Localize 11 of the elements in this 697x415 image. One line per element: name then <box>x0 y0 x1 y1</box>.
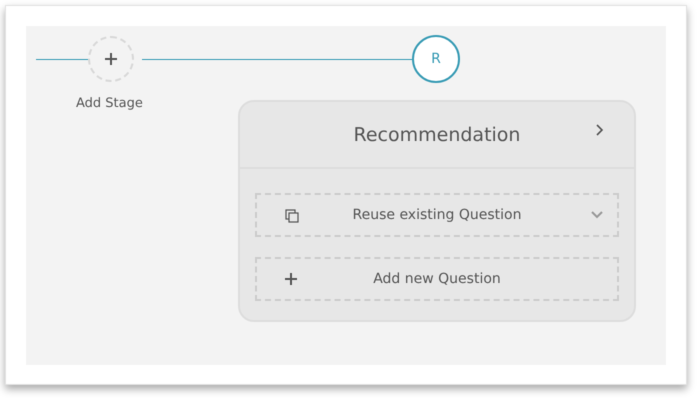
copy-icon <box>285 209 299 223</box>
plus-icon <box>285 273 297 285</box>
add-stage-label: Add Stage <box>76 96 143 111</box>
stage-title: Recommendation <box>354 124 520 146</box>
stage-circle[interactable]: R <box>412 35 460 83</box>
add-question-button[interactable]: Add new Question <box>255 257 619 301</box>
chevron-down-icon <box>591 211 603 219</box>
chevron-right-icon[interactable] <box>596 124 604 136</box>
plus-icon <box>105 53 117 65</box>
add-stage-button[interactable] <box>88 36 134 82</box>
reuse-question-dropdown[interactable]: Reuse existing Question <box>255 193 619 237</box>
